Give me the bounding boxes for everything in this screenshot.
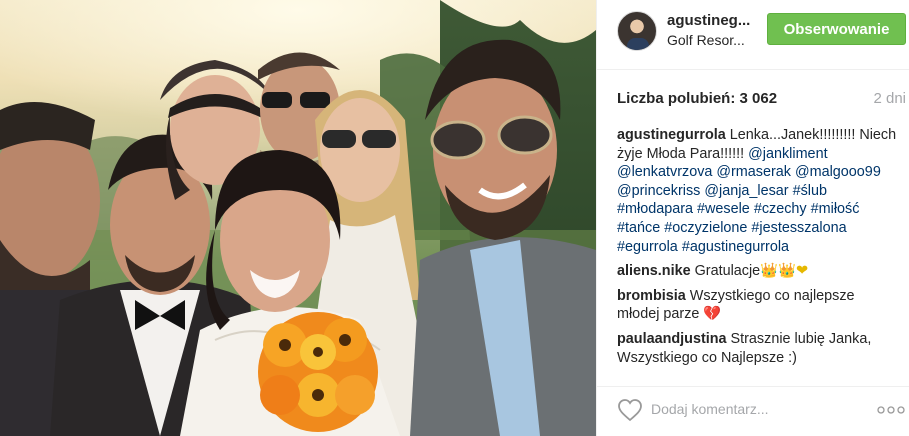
comment-item: brombisia Wszystkiego co najlepsze młode… xyxy=(617,287,897,324)
mention-link[interactable]: @lenkatvrzova xyxy=(617,164,712,180)
likes-row: Liczba polubień: 3 062 2 dni xyxy=(617,90,906,110)
hashtag-link[interactable]: #oczyzielone xyxy=(664,220,747,236)
hashtag-link[interactable]: #tańce xyxy=(617,220,660,236)
mention-link[interactable]: @jankliment xyxy=(748,146,827,162)
comment-author-link[interactable]: brombisia xyxy=(617,288,686,304)
mention-link[interactable]: @rmaserak xyxy=(716,164,791,180)
location-link[interactable]: Golf Resor... xyxy=(667,32,745,48)
caption-author-link[interactable]: agustinegurrola xyxy=(617,127,726,143)
mention-link[interactable]: @malgooo99 xyxy=(795,164,881,180)
comment-input[interactable] xyxy=(651,397,851,421)
post-timestamp[interactable]: 2 dni xyxy=(873,90,906,107)
hashtag-link[interactable]: #czechy xyxy=(754,201,807,217)
comment-footer xyxy=(597,386,909,436)
hashtag-link[interactable]: #agustinegurrola xyxy=(682,239,789,255)
comment-item: aliens.nike Gratulacje👑👑❤ xyxy=(617,262,897,281)
comment-author-link[interactable]: aliens.nike xyxy=(617,263,691,279)
hashtag-link[interactable]: #egurrola xyxy=(617,239,678,255)
following-button[interactable]: Obserwowanie xyxy=(767,13,906,45)
comment-list: agustinegurrola Lenka...Janek!!!!!!!!! N… xyxy=(617,126,897,386)
username-link[interactable]: agustineg... xyxy=(667,12,750,29)
comment-author-link[interactable]: paulaandjustina xyxy=(617,331,727,347)
comment-text: Gratulacje xyxy=(690,263,761,280)
post-details-panel: agustineg... Golf Resor... Obserwowanie … xyxy=(596,0,909,436)
caption: agustinegurrola Lenka...Janek!!!!!!!!! N… xyxy=(617,126,897,256)
mention-link[interactable]: @princekriss xyxy=(617,183,700,199)
avatar[interactable] xyxy=(617,11,657,51)
hashtag-link[interactable]: #ślub xyxy=(793,183,827,199)
hashtag-link[interactable]: #miłość xyxy=(811,201,860,217)
post-photo-illustration xyxy=(0,0,596,436)
post-header: agustineg... Golf Resor... Obserwowanie xyxy=(597,0,909,70)
heart-outline-icon[interactable] xyxy=(617,398,643,422)
more-dots-icon[interactable] xyxy=(877,405,905,415)
crown-heart-emoji: 👑👑❤ xyxy=(760,263,809,280)
mention-link[interactable]: @janja_lesar xyxy=(704,183,788,199)
comment-item: paulaandjustina Strasznie lubię Janka, W… xyxy=(617,330,897,367)
comment-fade-overlay xyxy=(617,364,897,386)
likes-count[interactable]: Liczba polubień: 3 062 xyxy=(617,90,777,107)
broken-heart-emoji: 💔 xyxy=(703,306,722,323)
hashtag-link[interactable]: #jestesszalona xyxy=(751,220,846,236)
hashtag-link[interactable]: #wesele xyxy=(697,201,750,217)
post-photo[interactable] xyxy=(0,0,596,436)
hashtag-link[interactable]: #młodapara xyxy=(617,201,693,217)
